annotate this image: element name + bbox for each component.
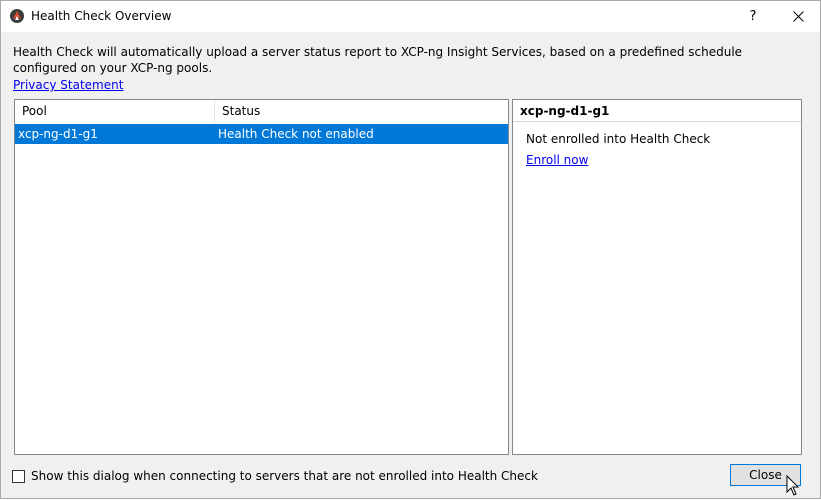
table-row[interactable]: xcp-ng-d1-g1 Health Check not enabled (15, 124, 508, 144)
help-button[interactable]: ? (733, 1, 773, 32)
column-header-status[interactable]: Status (215, 100, 508, 123)
window-close-button[interactable] (777, 1, 819, 32)
xcp-ng-icon (9, 8, 25, 24)
enroll-now-link[interactable]: Enroll now (526, 153, 588, 167)
privacy-statement-link[interactable]: Privacy Statement (13, 78, 123, 92)
pool-list[interactable]: Pool Status xcp-ng-d1-g1 Health Check no… (14, 99, 509, 455)
title-bar: Health Check Overview ? (1, 1, 820, 32)
details-status-text: Not enrolled into Health Check (526, 132, 711, 146)
list-header: Pool Status (15, 100, 508, 123)
description-text: Health Check will automatically upload a… (13, 45, 743, 75)
details-pool-name: xcp-ng-d1-g1 (513, 100, 801, 122)
close-icon (792, 11, 804, 22)
show-dialog-label: Show this dialog when connecting to serv… (31, 469, 538, 483)
window-title: Health Check Overview (31, 9, 172, 23)
show-dialog-checkbox[interactable] (12, 469, 25, 483)
pool-name-cell: xcp-ng-d1-g1 (18, 127, 98, 141)
mouse-cursor-icon (786, 474, 800, 500)
pool-status-cell: Health Check not enabled (218, 127, 374, 141)
health-check-dialog: Health Check Overview ? Health Check wil… (0, 0, 821, 499)
pool-details-panel: xcp-ng-d1-g1 Not enrolled into Health Ch… (512, 99, 802, 455)
column-header-pool[interactable]: Pool (15, 100, 215, 123)
show-dialog-option[interactable]: Show this dialog when connecting to serv… (12, 468, 538, 484)
